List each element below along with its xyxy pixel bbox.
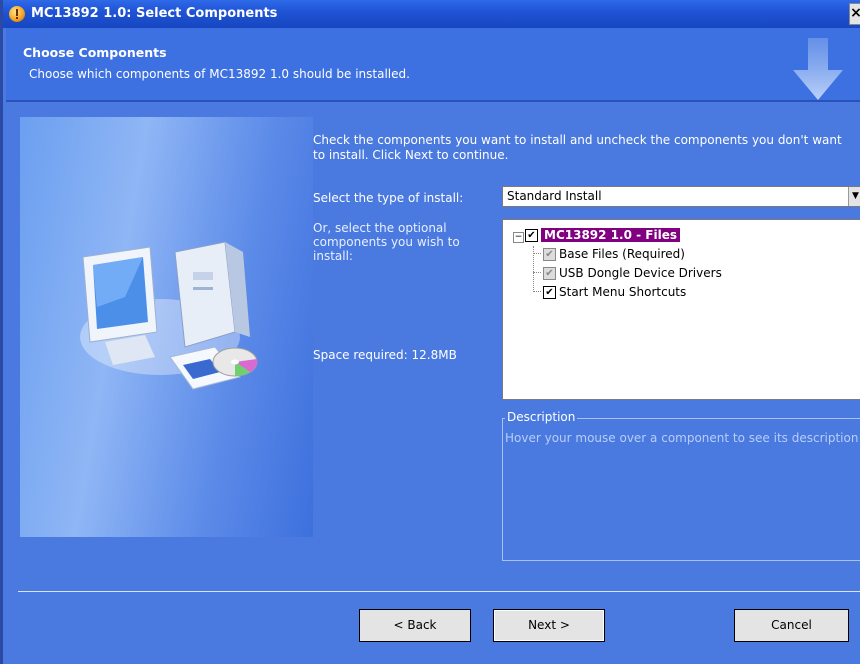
- back-button[interactable]: < Back: [359, 609, 471, 642]
- install-type-label: Select the type of install:: [313, 191, 464, 205]
- tree-item-usb-drivers[interactable]: ✔ USB Dongle Device Drivers: [543, 266, 722, 284]
- description-legend: Description: [505, 410, 578, 424]
- window-title: MC13892 1.0: Select Components: [31, 6, 278, 21]
- checkbox-icon[interactable]: ✔: [525, 229, 538, 242]
- tree-item-base-files[interactable]: ✔ Base Files (Required): [543, 247, 685, 265]
- space-required-text: Space required: 12.8MB: [313, 348, 457, 362]
- page-header: Choose Components Choose which component…: [6, 28, 860, 100]
- components-tree[interactable]: − ✔ MC13892 1.0 - Files ✔ Base Files (Requ…: [502, 219, 860, 400]
- down-arrow-icon: [793, 38, 843, 100]
- installer-icon: [9, 6, 25, 22]
- tree-root-label: MC13892 1.0 - Files: [541, 228, 680, 242]
- next-button[interactable]: Next >: [493, 609, 605, 642]
- page-title: Choose Components: [23, 45, 167, 60]
- side-graphic: [20, 117, 313, 537]
- checkbox-icon: ✔: [543, 267, 556, 280]
- install-type-value: Standard Install: [507, 189, 602, 203]
- computer-cd-icon: [80, 241, 258, 390]
- instructions-text: Check the components you want to install…: [313, 133, 842, 162]
- tree-collapse-toggle[interactable]: −: [513, 232, 524, 243]
- install-type-select[interactable]: Standard Install ▼: [502, 186, 860, 207]
- tree-item-start-menu[interactable]: ✔ Start Menu Shortcuts: [543, 285, 686, 303]
- description-text: Hover your mouse over a component to see…: [505, 431, 859, 445]
- header-divider: [6, 100, 860, 102]
- checkbox-icon[interactable]: ✔: [543, 286, 556, 299]
- installer-window: MC13892 1.0: Select Components × Choose …: [0, 0, 860, 664]
- optional-components-label: Or, select the optional components you w…: [313, 221, 460, 263]
- page-subtitle: Choose which components of MC13892 1.0 s…: [29, 67, 410, 81]
- tree-item-label: USB Dongle Device Drivers: [559, 266, 722, 280]
- dropdown-arrow-icon[interactable]: ▼: [848, 187, 860, 206]
- tree-item-label: Base Files (Required): [559, 247, 685, 261]
- close-icon[interactable]: ×: [849, 3, 860, 25]
- tree-item-label: Start Menu Shortcuts: [559, 285, 687, 299]
- checkbox-icon: ✔: [543, 248, 556, 261]
- cancel-button[interactable]: Cancel: [734, 609, 849, 642]
- title-bar[interactable]: MC13892 1.0: Select Components ×: [3, 0, 860, 28]
- tree-root-item[interactable]: ✔ MC13892 1.0 - Files: [525, 228, 680, 246]
- footer-divider: [18, 591, 860, 592]
